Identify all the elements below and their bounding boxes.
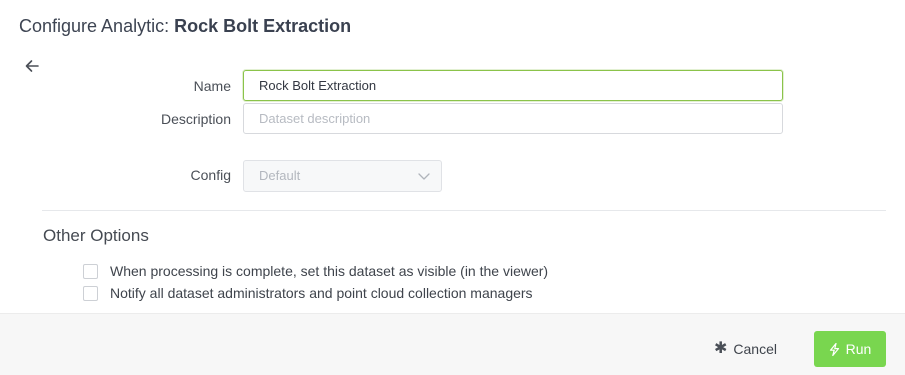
cancel-button-label: Cancel xyxy=(733,341,777,357)
section-divider xyxy=(42,210,886,211)
notify-admins-option[interactable]: Notify all dataset administrators and po… xyxy=(83,285,533,301)
visible-when-complete-option[interactable]: When processing is complete, set this da… xyxy=(83,263,548,279)
config-label: Config xyxy=(190,167,231,183)
config-select-value: Default xyxy=(259,168,301,183)
lightning-icon xyxy=(829,342,839,356)
run-button-label: Run xyxy=(845,341,872,357)
asterisk-icon: ✱ xyxy=(714,340,728,357)
configure-analytic-page: Configure Analytic: Rock Bolt Extraction… xyxy=(0,0,905,375)
page-title: Configure Analytic: Rock Bolt Extraction xyxy=(19,16,351,37)
visible-when-complete-checkbox[interactable] xyxy=(83,263,98,279)
description-label: Description xyxy=(160,111,231,127)
name-label: Name xyxy=(193,78,231,94)
cancel-button[interactable]: ✱ Cancel xyxy=(708,338,783,360)
chevron-down-icon xyxy=(418,173,430,180)
page-title-prefix: Configure Analytic: xyxy=(19,16,175,36)
config-select[interactable]: Default xyxy=(243,160,442,192)
footer-bar: ✱ Cancel Run xyxy=(0,313,905,375)
run-button[interactable]: Run xyxy=(814,331,886,367)
description-input[interactable] xyxy=(243,103,783,134)
notify-admins-label: Notify all dataset administrators and po… xyxy=(110,285,533,301)
visible-when-complete-label: When processing is complete, set this da… xyxy=(110,263,549,279)
notify-admins-checkbox[interactable] xyxy=(83,285,98,301)
page-title-analytic-name: Rock Bolt Extraction xyxy=(174,16,352,36)
other-options-heading: Other Options xyxy=(43,226,149,245)
arrow-left-icon[interactable] xyxy=(24,58,40,74)
name-input[interactable] xyxy=(243,70,783,101)
